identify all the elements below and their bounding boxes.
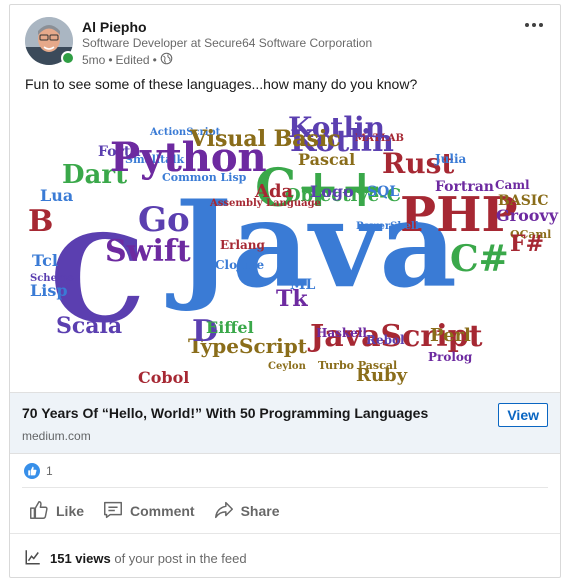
online-status-dot xyxy=(61,51,75,65)
word-cloud-term: Visual Basic xyxy=(189,126,341,152)
word-cloud-term: BASIC xyxy=(498,193,549,209)
post-time: 5mo xyxy=(82,53,106,67)
meta-separator: • xyxy=(108,53,113,67)
word-cloud-term: ML xyxy=(290,277,315,293)
post-text: Fun to see some of these languages...how… xyxy=(25,76,418,92)
globe-icon xyxy=(160,52,173,68)
reactions-summary[interactable]: 1 xyxy=(24,463,53,479)
word-cloud-term: SQL xyxy=(367,184,399,200)
views-count: 151 views xyxy=(50,551,111,566)
word-cloud-term: Prolog xyxy=(428,350,473,364)
link-title[interactable]: 70 Years Of “Hello, World!” With 50 Prog… xyxy=(22,405,428,421)
word-cloud-term: Turbo Pascal xyxy=(318,359,397,372)
view-button[interactable]: View xyxy=(498,403,548,427)
share-label: Share xyxy=(240,503,280,519)
edited-label: Edited xyxy=(115,53,150,67)
word-cloud-term: Rebol xyxy=(366,333,405,347)
word-cloud-term: Pascal xyxy=(298,150,355,169)
like-reaction-icon xyxy=(24,463,40,479)
author-name[interactable]: Al Piepho xyxy=(82,19,147,35)
views-summary: 151 views of your post in the feed xyxy=(24,548,247,569)
action-bar: Like Comment Share xyxy=(22,493,286,529)
link-domain: medium.com xyxy=(22,429,91,443)
more-icon[interactable] xyxy=(520,15,548,35)
like-button[interactable]: Like xyxy=(22,493,90,529)
word-cloud-term: Caml xyxy=(495,178,530,192)
word-cloud-term: Perl xyxy=(430,325,471,346)
word-cloud-term: Haskell xyxy=(316,326,367,340)
word-cloud-term: Lua xyxy=(40,186,73,205)
word-cloud-term: Scala xyxy=(56,313,122,339)
divider xyxy=(22,487,548,488)
views-suffix: of your post in the feed xyxy=(114,551,247,566)
word-cloud-term: F# xyxy=(510,231,544,257)
post-analytics[interactable]: 151 views of your post in the feed xyxy=(10,533,560,578)
post-meta: 5mo • Edited • xyxy=(82,52,173,68)
word-cloud-image[interactable]: Java C JavaScript PHP C++ Python C# Swift Kotlin… xyxy=(10,101,560,391)
word-cloud-term: Fortran xyxy=(435,179,494,195)
author-headline: Software Developer at Secure64 Software … xyxy=(82,36,373,50)
link-preview[interactable]: 70 Years Of “Hello, World!” With 50 Prog… xyxy=(10,392,560,454)
word-cloud-term: Ceylon xyxy=(268,361,307,372)
word-cloud-term: Eiffel xyxy=(206,318,254,337)
word-cloud-term: Erlang xyxy=(220,238,266,252)
word-cloud-term: Julia xyxy=(434,152,467,166)
reaction-count: 1 xyxy=(46,464,53,478)
word-cloud-term: Go xyxy=(138,200,190,240)
word-cloud-term: Assembly Language xyxy=(209,198,321,209)
word-cloud-svg: JavaC JavaScriptPHPC++PythonC#SwiftKotlin… xyxy=(28,111,559,387)
word-cloud-term: B xyxy=(28,204,53,239)
like-label: Like xyxy=(56,503,85,519)
word-cloud-term: Clojure xyxy=(215,258,265,272)
word-cloud-term: Cobol xyxy=(138,368,189,387)
comment-button[interactable]: Comment xyxy=(96,493,201,529)
comment-icon xyxy=(102,499,124,524)
share-icon xyxy=(213,499,235,524)
word-cloud-term: Scheme xyxy=(30,273,74,284)
post-card: Al Piepho Software Developer at Secure64… xyxy=(9,4,561,578)
word-cloud-term: PowerShell xyxy=(356,221,419,232)
word-cloud-term: C# xyxy=(450,238,509,280)
post-header: Al Piepho Software Developer at Secure64… xyxy=(10,5,560,67)
meta-separator: • xyxy=(152,53,157,67)
comment-label: Comment xyxy=(130,503,195,519)
like-icon xyxy=(28,499,50,524)
analytics-icon xyxy=(24,548,42,569)
word-cloud-term: Tcl xyxy=(32,251,58,270)
share-button[interactable]: Share xyxy=(207,493,286,529)
